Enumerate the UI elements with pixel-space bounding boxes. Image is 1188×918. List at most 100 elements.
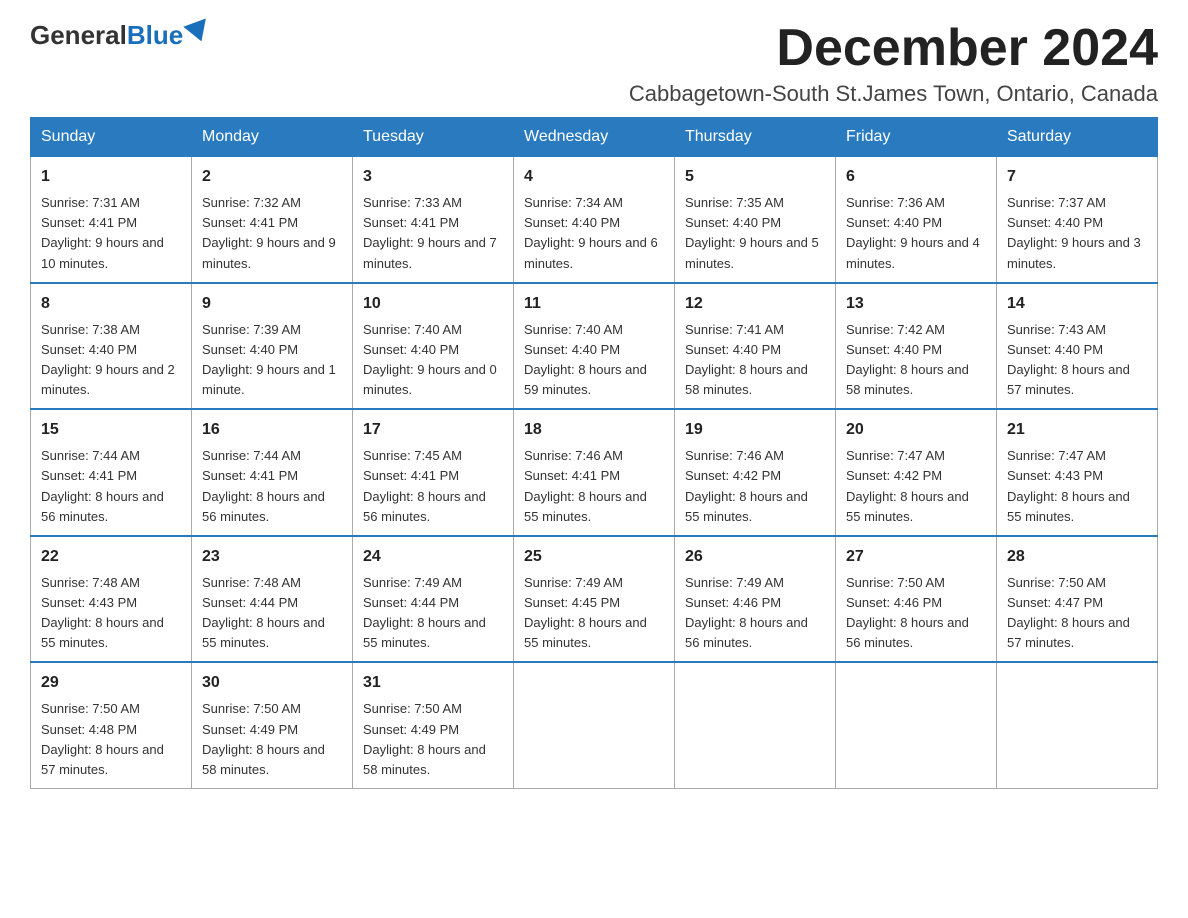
day-info: Sunrise: 7:44 AMSunset: 4:41 PMDaylight:… bbox=[202, 448, 325, 523]
calendar-day-cell bbox=[836, 662, 997, 788]
day-info: Sunrise: 7:49 AMSunset: 4:46 PMDaylight:… bbox=[685, 575, 808, 650]
month-year-title: December 2024 bbox=[629, 20, 1158, 77]
day-info: Sunrise: 7:50 AMSunset: 4:49 PMDaylight:… bbox=[363, 701, 486, 776]
day-number: 27 bbox=[846, 545, 986, 569]
calendar-table: SundayMondayTuesdayWednesdayThursdayFrid… bbox=[30, 117, 1158, 789]
logo-general-text: General bbox=[30, 20, 127, 51]
day-info: Sunrise: 7:47 AMSunset: 4:42 PMDaylight:… bbox=[846, 448, 969, 523]
day-info: Sunrise: 7:32 AMSunset: 4:41 PMDaylight:… bbox=[202, 195, 336, 270]
calendar-day-cell: 28 Sunrise: 7:50 AMSunset: 4:47 PMDayligh… bbox=[997, 536, 1158, 663]
day-number: 7 bbox=[1007, 165, 1147, 189]
calendar-day-cell: 8 Sunrise: 7:38 AMSunset: 4:40 PMDaylight… bbox=[31, 283, 192, 410]
day-number: 31 bbox=[363, 671, 503, 695]
calendar-day-cell: 13 Sunrise: 7:42 AMSunset: 4:40 PMDayligh… bbox=[836, 283, 997, 410]
day-number: 15 bbox=[41, 418, 181, 442]
day-number: 12 bbox=[685, 292, 825, 316]
location-subtitle: Cabbagetown-South St.James Town, Ontario… bbox=[629, 81, 1158, 107]
calendar-day-cell bbox=[675, 662, 836, 788]
calendar-week-row: 8 Sunrise: 7:38 AMSunset: 4:40 PMDaylight… bbox=[31, 283, 1158, 410]
day-number: 2 bbox=[202, 165, 342, 189]
day-number: 17 bbox=[363, 418, 503, 442]
day-info: Sunrise: 7:48 AMSunset: 4:44 PMDaylight:… bbox=[202, 575, 325, 650]
day-number: 23 bbox=[202, 545, 342, 569]
calendar-day-cell: 23 Sunrise: 7:48 AMSunset: 4:44 PMDayligh… bbox=[192, 536, 353, 663]
day-number: 10 bbox=[363, 292, 503, 316]
title-section: December 2024 Cabbagetown-South St.James… bbox=[629, 20, 1158, 107]
calendar-day-cell: 16 Sunrise: 7:44 AMSunset: 4:41 PMDayligh… bbox=[192, 409, 353, 536]
day-number: 26 bbox=[685, 545, 825, 569]
day-info: Sunrise: 7:41 AMSunset: 4:40 PMDaylight:… bbox=[685, 322, 808, 397]
calendar-day-cell: 5 Sunrise: 7:35 AMSunset: 4:40 PMDaylight… bbox=[675, 157, 836, 283]
calendar-day-cell: 1 Sunrise: 7:31 AMSunset: 4:41 PMDaylight… bbox=[31, 157, 192, 283]
calendar-day-cell: 25 Sunrise: 7:49 AMSunset: 4:45 PMDayligh… bbox=[514, 536, 675, 663]
day-info: Sunrise: 7:49 AMSunset: 4:45 PMDaylight:… bbox=[524, 575, 647, 650]
column-header-saturday: Saturday bbox=[997, 118, 1158, 157]
column-header-wednesday: Wednesday bbox=[514, 118, 675, 157]
day-info: Sunrise: 7:34 AMSunset: 4:40 PMDaylight:… bbox=[524, 195, 658, 270]
day-info: Sunrise: 7:50 AMSunset: 4:48 PMDaylight:… bbox=[41, 701, 164, 776]
column-header-tuesday: Tuesday bbox=[353, 118, 514, 157]
day-number: 5 bbox=[685, 165, 825, 189]
day-number: 21 bbox=[1007, 418, 1147, 442]
calendar-day-cell: 27 Sunrise: 7:50 AMSunset: 4:46 PMDayligh… bbox=[836, 536, 997, 663]
day-info: Sunrise: 7:38 AMSunset: 4:40 PMDaylight:… bbox=[41, 322, 175, 397]
day-info: Sunrise: 7:36 AMSunset: 4:40 PMDaylight:… bbox=[846, 195, 980, 270]
calendar-day-cell: 31 Sunrise: 7:50 AMSunset: 4:49 PMDayligh… bbox=[353, 662, 514, 788]
logo-blue-text: Blue bbox=[127, 20, 183, 51]
day-info: Sunrise: 7:49 AMSunset: 4:44 PMDaylight:… bbox=[363, 575, 486, 650]
calendar-day-cell: 20 Sunrise: 7:47 AMSunset: 4:42 PMDayligh… bbox=[836, 409, 997, 536]
day-info: Sunrise: 7:48 AMSunset: 4:43 PMDaylight:… bbox=[41, 575, 164, 650]
calendar-day-cell: 14Sunrise: 7:43 AMSunset: 4:40 PMDayligh… bbox=[997, 283, 1158, 410]
day-number: 20 bbox=[846, 418, 986, 442]
day-number: 11 bbox=[524, 292, 664, 316]
day-info: Sunrise: 7:45 AMSunset: 4:41 PMDaylight:… bbox=[363, 448, 486, 523]
day-info: Sunrise: 7:46 AMSunset: 4:41 PMDaylight:… bbox=[524, 448, 647, 523]
calendar-day-cell: 19 Sunrise: 7:46 AMSunset: 4:42 PMDayligh… bbox=[675, 409, 836, 536]
calendar-day-cell bbox=[514, 662, 675, 788]
day-number: 13 bbox=[846, 292, 986, 316]
calendar-day-cell: 3 Sunrise: 7:33 AMSunset: 4:41 PMDaylight… bbox=[353, 157, 514, 283]
calendar-day-cell: 10 Sunrise: 7:40 AMSunset: 4:40 PMDayligh… bbox=[353, 283, 514, 410]
day-number: 30 bbox=[202, 671, 342, 695]
day-number: 25 bbox=[524, 545, 664, 569]
day-number: 3 bbox=[363, 165, 503, 189]
day-info: Sunrise: 7:46 AMSunset: 4:42 PMDaylight:… bbox=[685, 448, 808, 523]
column-header-friday: Friday bbox=[836, 118, 997, 157]
calendar-day-cell: 21 Sunrise: 7:47 AMSunset: 4:43 PMDayligh… bbox=[997, 409, 1158, 536]
logo: General Blue bbox=[30, 20, 210, 51]
day-number: 18 bbox=[524, 418, 664, 442]
day-number: 16 bbox=[202, 418, 342, 442]
day-info: Sunrise: 7:33 AMSunset: 4:41 PMDaylight:… bbox=[363, 195, 497, 270]
day-info: Sunrise: 7:50 AMSunset: 4:46 PMDaylight:… bbox=[846, 575, 969, 650]
day-number: 28 bbox=[1007, 545, 1147, 569]
calendar-week-row: 29 Sunrise: 7:50 AMSunset: 4:48 PMDayligh… bbox=[31, 662, 1158, 788]
day-number: 22 bbox=[41, 545, 181, 569]
day-info: Sunrise: 7:40 AMSunset: 4:40 PMDaylight:… bbox=[524, 322, 647, 397]
calendar-day-cell: 4 Sunrise: 7:34 AMSunset: 4:40 PMDaylight… bbox=[514, 157, 675, 283]
day-number: 8 bbox=[41, 292, 181, 316]
calendar-day-cell: 2 Sunrise: 7:32 AMSunset: 4:41 PMDaylight… bbox=[192, 157, 353, 283]
calendar-day-cell: 26 Sunrise: 7:49 AMSunset: 4:46 PMDayligh… bbox=[675, 536, 836, 663]
calendar-day-cell bbox=[997, 662, 1158, 788]
calendar-day-cell: 11 Sunrise: 7:40 AMSunset: 4:40 PMDayligh… bbox=[514, 283, 675, 410]
day-number: 24 bbox=[363, 545, 503, 569]
calendar-day-cell: 6Sunrise: 7:36 AMSunset: 4:40 PMDaylight… bbox=[836, 157, 997, 283]
day-info: Sunrise: 7:37 AMSunset: 4:40 PMDaylight:… bbox=[1007, 195, 1141, 270]
calendar-day-cell: 29 Sunrise: 7:50 AMSunset: 4:48 PMDayligh… bbox=[31, 662, 192, 788]
day-info: Sunrise: 7:42 AMSunset: 4:40 PMDaylight:… bbox=[846, 322, 969, 397]
day-info: Sunrise: 7:50 AMSunset: 4:47 PMDaylight:… bbox=[1007, 575, 1130, 650]
day-number: 1 bbox=[41, 165, 181, 189]
day-info: Sunrise: 7:31 AMSunset: 4:41 PMDaylight:… bbox=[41, 195, 164, 270]
day-number: 14 bbox=[1007, 292, 1147, 316]
day-info: Sunrise: 7:47 AMSunset: 4:43 PMDaylight:… bbox=[1007, 448, 1130, 523]
calendar-week-row: 15 Sunrise: 7:44 AMSunset: 4:41 PMDayligh… bbox=[31, 409, 1158, 536]
day-info: Sunrise: 7:35 AMSunset: 4:40 PMDaylight:… bbox=[685, 195, 819, 270]
day-number: 29 bbox=[41, 671, 181, 695]
calendar-day-cell: 17 Sunrise: 7:45 AMSunset: 4:41 PMDayligh… bbox=[353, 409, 514, 536]
column-header-thursday: Thursday bbox=[675, 118, 836, 157]
day-info: Sunrise: 7:39 AMSunset: 4:40 PMDaylight:… bbox=[202, 322, 336, 397]
day-number: 19 bbox=[685, 418, 825, 442]
calendar-header-row: SundayMondayTuesdayWednesdayThursdayFrid… bbox=[31, 118, 1158, 157]
day-number: 4 bbox=[524, 165, 664, 189]
day-info: Sunrise: 7:40 AMSunset: 4:40 PMDaylight:… bbox=[363, 322, 497, 397]
